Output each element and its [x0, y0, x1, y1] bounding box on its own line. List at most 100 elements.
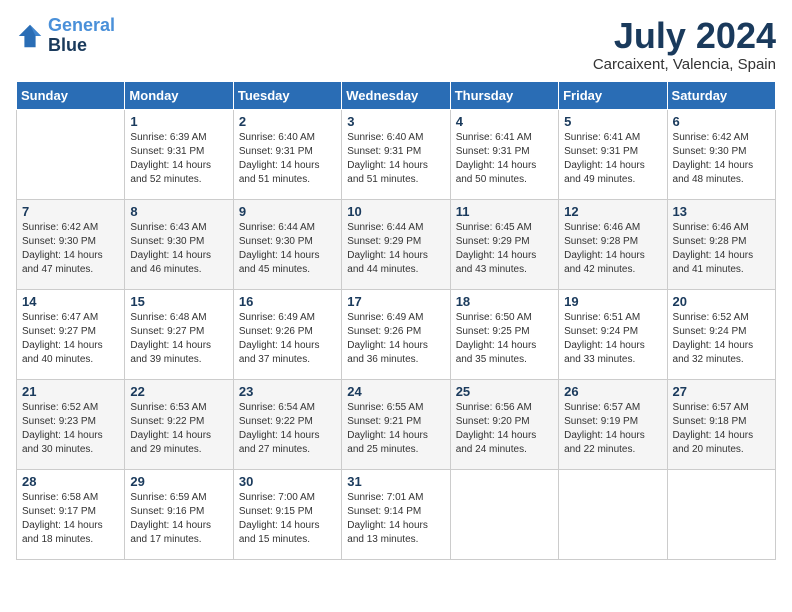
day-info: Sunrise: 6:56 AMSunset: 9:20 PMDaylight:…	[456, 401, 553, 457]
day-info: Sunrise: 7:01 AMSunset: 9:14 PMDaylight:…	[347, 491, 444, 547]
calendar-cell: 29Sunrise: 6:59 AMSunset: 9:16 PMDayligh…	[125, 469, 233, 559]
calendar-cell: 2Sunrise: 6:40 AMSunset: 9:31 PMDaylight…	[233, 109, 341, 199]
calendar-cell: 6 Sunrise: 6:42 AMSunset: 9:30 PMDaylight…	[667, 109, 775, 199]
day-info: Sunrise: 6:43 AMSunset: 9:30 PMDaylight:…	[130, 221, 227, 277]
day-number: 27	[673, 384, 770, 399]
logo-icon	[16, 22, 44, 50]
day-info: Sunrise: 6:49 AMSunset: 9:26 PMDaylight:…	[239, 311, 336, 367]
day-number: 15	[130, 294, 227, 309]
calendar-week-row: 1 Sunrise: 6:39 AMSunset: 9:31 PMDaylight…	[17, 109, 776, 199]
day-number: 12	[564, 204, 661, 219]
weekday-header: Tuesday	[233, 81, 341, 109]
weekday-header: Thursday	[450, 81, 558, 109]
calendar-cell: 10 Sunrise: 6:44 AMSunset: 9:29 PMDayligh…	[342, 199, 450, 289]
day-number: 22	[130, 384, 227, 399]
calendar-week-row: 21 Sunrise: 6:52 AMSunset: 9:23 PMDayligh…	[17, 379, 776, 469]
day-info: Sunrise: 6:41 AMSunset: 9:31 PMDaylight:…	[564, 131, 661, 187]
calendar-table: SundayMondayTuesdayWednesdayThursdayFrid…	[16, 81, 776, 560]
day-number: 3	[347, 114, 444, 129]
calendar-week-row: 14Sunrise: 6:47 AMSunset: 9:27 PMDayligh…	[17, 289, 776, 379]
day-number: 30	[239, 474, 336, 489]
title-block: July 2024 Carcaixent, Valencia, Spain	[593, 16, 776, 73]
calendar-cell: 22 Sunrise: 6:53 AMSunset: 9:22 PMDayligh…	[125, 379, 233, 469]
day-number: 23	[239, 384, 336, 399]
day-number: 1	[130, 114, 227, 129]
calendar-cell: 30 Sunrise: 7:00 AMSunset: 9:15 PMDayligh…	[233, 469, 341, 559]
day-number: 25	[456, 384, 553, 399]
weekday-header: Monday	[125, 81, 233, 109]
calendar-cell: 17Sunrise: 6:49 AMSunset: 9:26 PMDayligh…	[342, 289, 450, 379]
calendar-cell: 13 Sunrise: 6:46 AMSunset: 9:28 PMDayligh…	[667, 199, 775, 289]
weekday-header: Saturday	[667, 81, 775, 109]
calendar-cell: 14Sunrise: 6:47 AMSunset: 9:27 PMDayligh…	[17, 289, 125, 379]
calendar-cell: 25 Sunrise: 6:56 AMSunset: 9:20 PMDayligh…	[450, 379, 558, 469]
logo: General Blue	[16, 16, 115, 56]
calendar-cell: 18Sunrise: 6:50 AMSunset: 9:25 PMDayligh…	[450, 289, 558, 379]
calendar-cell: 31 Sunrise: 7:01 AMSunset: 9:14 PMDayligh…	[342, 469, 450, 559]
day-info: Sunrise: 6:39 AMSunset: 9:31 PMDaylight:…	[130, 131, 227, 187]
calendar-cell: 21 Sunrise: 6:52 AMSunset: 9:23 PMDayligh…	[17, 379, 125, 469]
logo-text: General Blue	[48, 16, 115, 56]
calendar-cell: 20 Sunrise: 6:52 AMSunset: 9:24 PMDayligh…	[667, 289, 775, 379]
calendar-cell	[17, 109, 125, 199]
day-info: Sunrise: 6:41 AMSunset: 9:31 PMDaylight:…	[456, 131, 553, 187]
calendar-cell: 19 Sunrise: 6:51 AMSunset: 9:24 PMDayligh…	[559, 289, 667, 379]
day-number: 31	[347, 474, 444, 489]
calendar-cell: 3 Sunrise: 6:40 AMSunset: 9:31 PMDaylight…	[342, 109, 450, 199]
calendar-cell	[559, 469, 667, 559]
day-number: 6	[673, 114, 770, 129]
calendar-cell: 27Sunrise: 6:57 AMSunset: 9:18 PMDayligh…	[667, 379, 775, 469]
calendar-cell: 9 Sunrise: 6:44 AMSunset: 9:30 PMDaylight…	[233, 199, 341, 289]
day-info: Sunrise: 6:59 AMSunset: 9:16 PMDaylight:…	[130, 491, 227, 547]
day-number: 18	[456, 294, 553, 309]
calendar-cell: 12Sunrise: 6:46 AMSunset: 9:28 PMDayligh…	[559, 199, 667, 289]
day-number: 9	[239, 204, 336, 219]
day-info: Sunrise: 6:58 AMSunset: 9:17 PMDaylight:…	[22, 491, 119, 547]
day-number: 5	[564, 114, 661, 129]
day-info: Sunrise: 7:00 AMSunset: 9:15 PMDaylight:…	[239, 491, 336, 547]
day-info: Sunrise: 6:42 AMSunset: 9:30 PMDaylight:…	[673, 131, 770, 187]
weekday-header: Wednesday	[342, 81, 450, 109]
calendar-header-row: SundayMondayTuesdayWednesdayThursdayFrid…	[17, 81, 776, 109]
calendar-cell	[450, 469, 558, 559]
calendar-cell: 4Sunrise: 6:41 AMSunset: 9:31 PMDaylight…	[450, 109, 558, 199]
day-number: 10	[347, 204, 444, 219]
day-info: Sunrise: 6:48 AMSunset: 9:27 PMDaylight:…	[130, 311, 227, 367]
day-info: Sunrise: 6:53 AMSunset: 9:22 PMDaylight:…	[130, 401, 227, 457]
day-info: Sunrise: 6:52 AMSunset: 9:24 PMDaylight:…	[673, 311, 770, 367]
day-number: 28	[22, 474, 119, 489]
day-info: Sunrise: 6:51 AMSunset: 9:24 PMDaylight:…	[564, 311, 661, 367]
day-info: Sunrise: 6:54 AMSunset: 9:22 PMDaylight:…	[239, 401, 336, 457]
day-number: 19	[564, 294, 661, 309]
day-number: 2	[239, 114, 336, 129]
calendar-cell: 24Sunrise: 6:55 AMSunset: 9:21 PMDayligh…	[342, 379, 450, 469]
calendar-cell: 16Sunrise: 6:49 AMSunset: 9:26 PMDayligh…	[233, 289, 341, 379]
calendar-cell	[667, 469, 775, 559]
day-number: 24	[347, 384, 444, 399]
calendar-body: 1 Sunrise: 6:39 AMSunset: 9:31 PMDaylight…	[17, 109, 776, 559]
calendar-cell: 26Sunrise: 6:57 AMSunset: 9:19 PMDayligh…	[559, 379, 667, 469]
weekday-header: Sunday	[17, 81, 125, 109]
day-number: 17	[347, 294, 444, 309]
day-number: 26	[564, 384, 661, 399]
day-number: 7	[22, 204, 119, 219]
day-info: Sunrise: 6:44 AMSunset: 9:29 PMDaylight:…	[347, 221, 444, 277]
day-info: Sunrise: 6:44 AMSunset: 9:30 PMDaylight:…	[239, 221, 336, 277]
day-number: 11	[456, 204, 553, 219]
day-info: Sunrise: 6:46 AMSunset: 9:28 PMDaylight:…	[673, 221, 770, 277]
page-header: General Blue July 2024 Carcaixent, Valen…	[16, 16, 776, 73]
calendar-cell: 1 Sunrise: 6:39 AMSunset: 9:31 PMDaylight…	[125, 109, 233, 199]
calendar-cell: 15 Sunrise: 6:48 AMSunset: 9:27 PMDayligh…	[125, 289, 233, 379]
day-info: Sunrise: 6:40 AMSunset: 9:31 PMDaylight:…	[347, 131, 444, 187]
day-info: Sunrise: 6:42 AMSunset: 9:30 PMDaylight:…	[22, 221, 119, 277]
calendar-week-row: 7 Sunrise: 6:42 AMSunset: 9:30 PMDaylight…	[17, 199, 776, 289]
calendar-cell: 11Sunrise: 6:45 AMSunset: 9:29 PMDayligh…	[450, 199, 558, 289]
day-number: 20	[673, 294, 770, 309]
day-number: 13	[673, 204, 770, 219]
day-info: Sunrise: 6:52 AMSunset: 9:23 PMDaylight:…	[22, 401, 119, 457]
day-info: Sunrise: 6:47 AMSunset: 9:27 PMDaylight:…	[22, 311, 119, 367]
day-number: 21	[22, 384, 119, 399]
day-number: 8	[130, 204, 227, 219]
calendar-cell: 28 Sunrise: 6:58 AMSunset: 9:17 PMDayligh…	[17, 469, 125, 559]
month-title: July 2024	[593, 16, 776, 56]
